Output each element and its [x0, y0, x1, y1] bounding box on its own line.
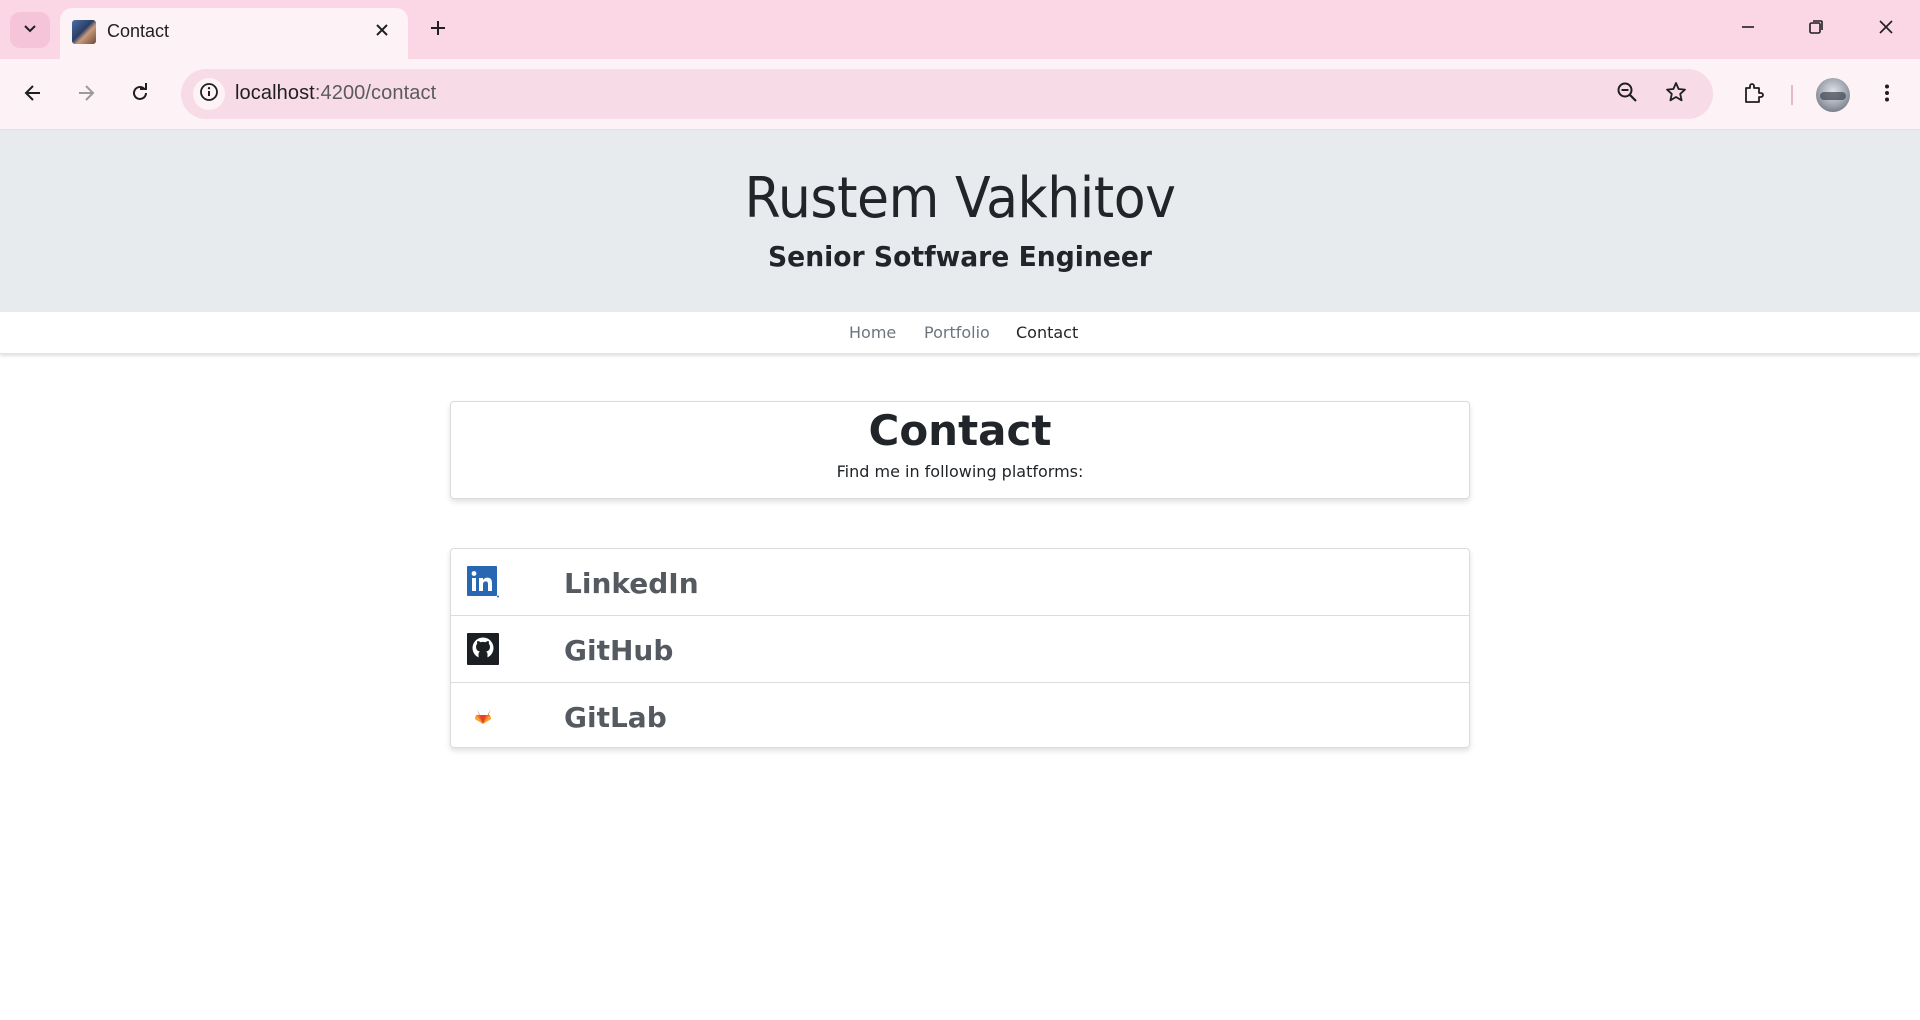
tab-search-button[interactable] — [10, 12, 50, 48]
platform-links-list: LinkedIn GitHub GitLab — [450, 548, 1470, 748]
new-tab-button[interactable] — [420, 12, 456, 48]
nav-link-contact[interactable]: Contact — [1016, 323, 1078, 342]
minimize-icon — [1740, 19, 1756, 40]
close-icon — [1878, 19, 1894, 40]
list-item-linkedin[interactable]: LinkedIn — [451, 549, 1469, 615]
list-item-github[interactable]: GitHub — [451, 615, 1469, 681]
contact-heading: Contact — [868, 406, 1052, 455]
close-window-button[interactable] — [1858, 6, 1914, 52]
back-button[interactable] — [14, 76, 52, 114]
forward-button[interactable] — [67, 76, 105, 114]
page-subtitle: Senior Sotfware Engineer — [768, 240, 1152, 273]
reload-icon — [130, 82, 150, 108]
arrow-left-icon — [23, 83, 43, 108]
chevron-down-icon — [22, 20, 38, 41]
address-bar[interactable]: localhost:4200/contact — [181, 69, 1713, 119]
tab-title: Contact — [107, 21, 170, 41]
plus-icon — [429, 19, 447, 42]
bookmark-button[interactable] — [1660, 78, 1692, 110]
tab-close-button[interactable] — [368, 18, 396, 46]
link-label-gitlab: GitLab — [564, 701, 667, 734]
list-item-gitlab[interactable]: GitLab — [451, 682, 1469, 748]
site-info-button[interactable] — [193, 78, 225, 110]
reload-button[interactable] — [121, 76, 159, 114]
toolbar-divider — [1791, 85, 1793, 105]
star-icon — [1665, 81, 1687, 108]
site-navigation: Home Portfolio Contact — [0, 312, 1920, 354]
link-label-linkedin: LinkedIn — [564, 567, 699, 600]
close-icon — [375, 23, 389, 42]
minimize-button[interactable] — [1720, 6, 1776, 52]
favicon-icon — [72, 20, 96, 44]
browser-menu-button[interactable] — [1868, 76, 1906, 114]
info-icon — [199, 82, 219, 107]
url-text[interactable]: localhost:4200/contact — [235, 82, 436, 105]
profile-avatar[interactable] — [1816, 78, 1850, 112]
gitlab-icon — [467, 700, 499, 732]
link-label-github: GitHub — [564, 634, 674, 667]
page-header: Rustem Vakhitov Senior Sotfware Engineer — [0, 130, 1920, 312]
web-page: Rustem Vakhitov Senior Sotfware Engineer… — [0, 130, 1920, 1020]
restore-button[interactable] — [1788, 6, 1844, 52]
more-vert-icon — [1877, 83, 1897, 108]
contact-subtitle: Find me in following platforms: — [836, 462, 1084, 481]
restore-icon — [1808, 19, 1824, 40]
zoom-out-icon — [1616, 81, 1638, 108]
contact-card: Contact Find me in following platforms: — [450, 401, 1470, 499]
url-path: :4200/contact — [314, 82, 437, 104]
nav-link-portfolio[interactable]: Portfolio — [924, 323, 990, 342]
browser-tab-active[interactable]: Contact — [60, 8, 408, 59]
extensions-button[interactable] — [1735, 76, 1773, 114]
page-title: Rustem Vakhitov — [744, 166, 1176, 231]
tab-strip: Contact — [0, 0, 1920, 59]
nav-link-home[interactable]: Home — [849, 323, 896, 342]
linkedin-icon — [467, 566, 499, 598]
arrow-right-icon — [76, 83, 96, 108]
puzzle-icon — [1742, 81, 1766, 110]
zoom-button[interactable] — [1611, 78, 1643, 110]
url-host: localhost — [235, 82, 315, 104]
github-icon — [467, 633, 499, 665]
browser-toolbar: localhost:4200/contact — [0, 59, 1920, 130]
